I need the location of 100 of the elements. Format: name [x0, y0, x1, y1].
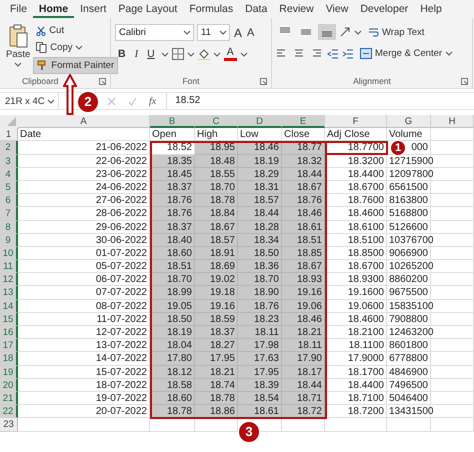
- caret-icon[interactable]: [75, 44, 84, 51]
- fill-bucket-icon[interactable]: [198, 48, 210, 60]
- column-header[interactable]: G: [387, 115, 431, 128]
- ribbon-tab[interactable]: Review: [273, 0, 320, 18]
- row-header[interactable]: 21: [0, 392, 18, 406]
- format-painter-button[interactable]: Format Painter: [33, 57, 118, 74]
- table-cell: 18.11: [282, 339, 325, 352]
- font-name-field[interactable]: Calibri: [115, 24, 194, 41]
- merge-center-button[interactable]: Merge & Center: [357, 46, 456, 61]
- table-cell: 18.99: [150, 286, 195, 300]
- dialog-launcher-icon[interactable]: [99, 78, 106, 85]
- row-header[interactable]: 19: [0, 366, 18, 379]
- formula-field[interactable]: 18.52: [166, 93, 474, 109]
- row-header[interactable]: 8: [0, 220, 18, 234]
- font-size-field[interactable]: 11: [197, 24, 230, 41]
- orientation-icon[interactable]: [339, 26, 351, 38]
- ribbon-tab[interactable]: View: [320, 0, 354, 18]
- grow-font-button[interactable]: A: [233, 26, 244, 40]
- caret-icon[interactable]: [219, 29, 227, 36]
- ribbon-tab[interactable]: Help: [414, 0, 448, 18]
- row-header[interactable]: 10: [0, 246, 18, 260]
- row-header[interactable]: 3: [0, 154, 18, 168]
- italic-button[interactable]: I: [132, 48, 142, 60]
- table-cell: 14-07-2022: [18, 352, 150, 366]
- row-header[interactable]: 4: [0, 168, 18, 181]
- column-header[interactable]: E: [282, 115, 325, 128]
- table-cell: 19.16: [282, 286, 325, 300]
- row-header[interactable]: 12: [0, 273, 18, 286]
- table-cell: 05-07-2022: [18, 260, 150, 274]
- caret-icon[interactable]: [183, 29, 191, 36]
- row-header[interactable]: 20: [0, 378, 18, 392]
- caret-icon[interactable]: [47, 98, 55, 104]
- table-cell: 18.19: [238, 154, 282, 168]
- column-header[interactable]: F: [325, 115, 387, 128]
- caret-icon[interactable]: [186, 50, 195, 58]
- increase-indent-icon[interactable]: [342, 48, 354, 60]
- column-header[interactable]: A: [18, 115, 150, 128]
- row-header[interactable]: 2: [0, 141, 18, 155]
- caret-icon[interactable]: [160, 50, 169, 58]
- empty-cell: [431, 128, 474, 142]
- paste-button[interactable]: Paste: [0, 18, 34, 74]
- column-header[interactable]: C: [195, 115, 238, 128]
- copy-icon[interactable]: [36, 42, 48, 53]
- row-header[interactable]: 6: [0, 194, 18, 208]
- row-header[interactable]: 11: [0, 260, 18, 274]
- ribbon-tab[interactable]: Data: [239, 0, 274, 18]
- ribbon-tab[interactable]: Insert: [74, 0, 112, 18]
- caret-icon[interactable]: [14, 61, 22, 68]
- row-header[interactable]: 7: [0, 207, 18, 220]
- decrease-indent-icon[interactable]: [327, 48, 339, 60]
- shrink-font-button[interactable]: A: [246, 26, 256, 38]
- table-cell: 18.7600: [325, 194, 387, 208]
- table-cell: 12463200: [387, 326, 431, 340]
- underline-button[interactable]: U: [144, 48, 158, 60]
- caret-icon[interactable]: [445, 50, 454, 57]
- table-cell: 15-07-2022: [18, 366, 150, 379]
- caret-icon[interactable]: [240, 50, 248, 58]
- table-cell: 17.90: [282, 352, 325, 366]
- row-header[interactable]: 14: [0, 300, 18, 313]
- ribbon-tab[interactable]: Developer: [354, 0, 414, 18]
- row-header[interactable]: 23: [0, 418, 18, 432]
- column-header[interactable]: D: [238, 115, 282, 128]
- dialog-launcher-icon[interactable]: [461, 78, 468, 85]
- vertical-align-icon[interactable]: [318, 24, 336, 40]
- row-header[interactable]: 1: [0, 128, 18, 142]
- row-header[interactable]: 17: [0, 339, 18, 352]
- empty-cell: [195, 418, 238, 432]
- merge-cells-icon[interactable]: [360, 48, 372, 59]
- row-header[interactable]: 18: [0, 352, 18, 366]
- caret-icon[interactable]: [354, 28, 362, 36]
- wrap-text-button[interactable]: Wrap Text: [365, 24, 428, 40]
- dialog-launcher-icon[interactable]: [260, 78, 267, 85]
- row-header[interactable]: 9: [0, 234, 18, 247]
- row-header[interactable]: 15: [0, 312, 18, 326]
- table-cell: 07-07-2022: [18, 286, 150, 300]
- clipboard-icon[interactable]: [8, 24, 28, 48]
- insert-function-button[interactable]: fx: [149, 96, 156, 106]
- scissors-icon[interactable]: [36, 26, 46, 36]
- table-cell: 17.9000: [325, 352, 387, 366]
- caret-icon[interactable]: [212, 50, 221, 58]
- table-cell: 18.7700: [325, 141, 387, 155]
- table-cell: 23-06-2022: [18, 168, 150, 181]
- wrap-text-icon[interactable]: [368, 26, 379, 38]
- column-header[interactable]: B: [150, 115, 195, 128]
- ribbon-tab[interactable]: Formulas: [183, 0, 240, 18]
- column-header[interactable]: H: [431, 115, 474, 128]
- row-header[interactable]: 5: [0, 180, 18, 194]
- paintbrush-icon[interactable]: [37, 60, 48, 71]
- ribbon-tab[interactable]: File: [4, 0, 33, 18]
- row-header[interactable]: 13: [0, 286, 18, 300]
- horizontal-align-icon[interactable]: [310, 48, 324, 60]
- row-header[interactable]: 16: [0, 326, 18, 340]
- table-cell: 19.18: [195, 286, 238, 300]
- table-cell: 18.32: [282, 154, 325, 168]
- table-cell: 18.48: [195, 154, 238, 168]
- row-header[interactable]: 22: [0, 405, 18, 418]
- name-box[interactable]: 21R x 4C: [0, 93, 59, 109]
- borders-icon[interactable]: [172, 48, 184, 60]
- ribbon-tab[interactable]: Page Layout: [112, 0, 184, 18]
- font-color-button[interactable]: A: [224, 47, 237, 61]
